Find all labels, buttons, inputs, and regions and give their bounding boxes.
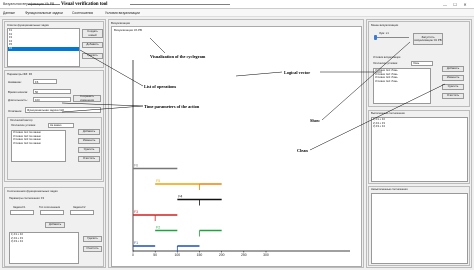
leader-time-params-2 bbox=[61, 105, 144, 113]
annot-tool-caption: Visual verification tool bbox=[61, 2, 108, 7]
leader-list-ops bbox=[79, 49, 144, 87]
leader-cyclegram bbox=[149, 37, 166, 54]
annot-cyclegram: Visualization of the cyclegram bbox=[150, 54, 206, 59]
x-tick-label: 50 bbox=[153, 253, 157, 257]
x-tick-label: 100 bbox=[174, 253, 180, 257]
annot-clean: Clean bbox=[297, 148, 308, 153]
x-tick-label: 150 bbox=[197, 253, 203, 257]
x-tick-label: 200 bbox=[219, 253, 225, 257]
annot-list-ops: List of operations bbox=[144, 84, 177, 89]
leader-time-params bbox=[61, 102, 144, 107]
task-label-f6: F6 bbox=[134, 164, 138, 168]
annot-logical-vector: Logical vector bbox=[284, 70, 311, 75]
leader-clean bbox=[309, 83, 446, 151]
annot-time-params: Time parameters of the action bbox=[144, 104, 200, 109]
x-tick-label: 250 bbox=[241, 253, 247, 257]
task-label-f1: F1 bbox=[134, 241, 138, 245]
annotation-overlay: 0 50 100 150 200 250 300 F1 F2 F3 F4 F5 F6 bbox=[28, 4, 446, 257]
annot-show: Show bbox=[310, 118, 321, 123]
task-label-f4: F4 bbox=[178, 195, 182, 199]
leader-show bbox=[321, 41, 411, 121]
leader-logical-vector bbox=[235, 71, 283, 77]
task-label-f2: F2 bbox=[156, 226, 160, 230]
x-tick-label: 0 bbox=[132, 253, 134, 257]
task-label-f3: F3 bbox=[134, 210, 138, 214]
x-tick-label: 300 bbox=[263, 253, 269, 257]
task-label-f5: F5 bbox=[156, 179, 160, 183]
